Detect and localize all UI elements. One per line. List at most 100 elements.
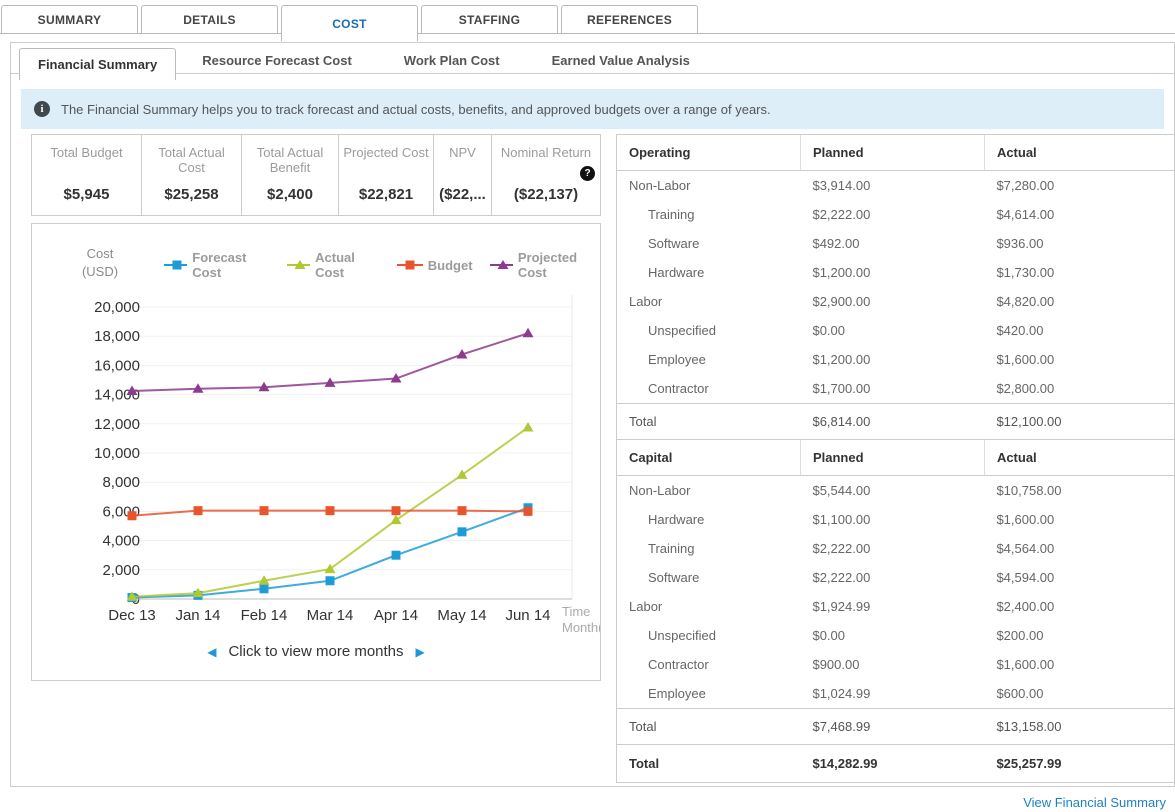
subtab-resource-forecast-cost[interactable]: Resource Forecast Cost — [176, 48, 378, 73]
row-label: Software — [648, 236, 700, 251]
table-row: Unspecified $0.00 $200.00 — [617, 621, 1175, 650]
svg-text:Jan 14: Jan 14 — [175, 607, 220, 624]
table-row: Hardware $1,200.00 $1,730.00 — [617, 258, 1175, 287]
table-row: Labor $1,924.99 $2,400.00 — [617, 592, 1175, 621]
section-total-operating: Total $6,814.00 $12,100.00 — [616, 403, 1174, 440]
table-row: Labor $2,900.00 $4,820.00 — [617, 287, 1175, 316]
row-planned: $0.00 — [812, 323, 846, 338]
stat-value: $5,945 — [63, 186, 110, 203]
stat-projected-cost: Projected Cost $22,821 — [338, 135, 433, 215]
svg-text:12,000: 12,000 — [94, 416, 140, 433]
row-planned: $2,900.00 — [812, 294, 871, 309]
tab-details[interactable]: DETAILS — [141, 5, 278, 34]
section-header-capital: Capital Planned Actual — [616, 439, 1174, 476]
section-total-capital: Total $7,468.99 $13,158.00 — [616, 708, 1174, 745]
column-header-planned: Planned — [799, 439, 985, 476]
total-planned: $6,814.00 — [800, 403, 985, 440]
table-row: Non-Labor $5,544.00 $10,758.00 — [617, 476, 1175, 506]
table-row: Non-Labor $3,914.00 $7,280.00 — [617, 171, 1175, 201]
stat-total-budget: Total Budget $5,945 — [32, 135, 141, 215]
row-actual: $1,600.00 — [996, 657, 1055, 672]
stat-value: $22,821 — [358, 186, 414, 203]
grand-total-actual: $25,257.99 — [984, 744, 1174, 783]
total-label: Total — [616, 708, 801, 745]
row-actual: $4,564.00 — [996, 541, 1055, 556]
row-label: Software — [648, 570, 700, 585]
financial-table-body: Operating Planned Actual Non-Labor $3,914.00… — [616, 134, 1175, 783]
prev-months-button[interactable]: ◀ — [207, 645, 216, 659]
table-row: Employee $1,024.99 $600.00 — [617, 679, 1175, 709]
row-label: Unspecified — [648, 323, 716, 338]
row-label: Hardware — [648, 265, 705, 280]
svg-text:2,000: 2,000 — [102, 562, 140, 579]
subtab-earned-value-analysis[interactable]: Earned Value Analysis — [526, 48, 716, 73]
tab-staffing[interactable]: STAFFING — [421, 5, 558, 34]
stat-label: NPV — [449, 145, 476, 160]
row-label: Contractor — [648, 381, 709, 396]
column-header-planned: Planned — [799, 134, 985, 171]
svg-text:Month(s): Month(s) — [562, 620, 600, 635]
stat-total-actual-cost: Total Actual Cost $25,258 — [141, 135, 241, 215]
help-icon[interactable]: ? — [580, 166, 595, 181]
table-row: Contractor $900.00 $1,600.00 — [617, 650, 1175, 679]
tab-references[interactable]: REFERENCES — [561, 5, 698, 34]
row-actual: $1,730.00 — [996, 265, 1055, 280]
grand-total-label: Total — [616, 744, 801, 783]
sub-tab-strip: Financial Summary Resource Forecast Cost W… — [11, 43, 1174, 80]
svg-text:Feb 14: Feb 14 — [241, 607, 288, 624]
stat-npv: NPV ($22,... — [433, 135, 491, 215]
row-planned: $492.00 — [812, 236, 860, 251]
stat-value: ($22,... — [439, 186, 486, 203]
row-label: Contractor — [648, 657, 709, 672]
tab-cost[interactable]: COST — [281, 5, 418, 41]
row-actual: $4,594.00 — [996, 570, 1055, 585]
summary-stats: Total Budget $5,945 Total Actual Cost $25,2… — [31, 134, 601, 216]
subtab-financial-summary[interactable]: Financial Summary — [19, 48, 177, 80]
row-label: Hardware — [648, 512, 705, 527]
svg-text:18,000: 18,000 — [94, 328, 140, 345]
row-planned: $1,100.00 — [812, 512, 871, 527]
total-actual: $12,100.00 — [984, 403, 1174, 440]
stat-total-actual-benefit: Total Actual Benefit $2,400 — [241, 135, 338, 215]
table-row: Hardware $1,100.00 $1,600.00 — [617, 505, 1175, 534]
table-row: Software $492.00 $936.00 — [617, 229, 1175, 258]
row-planned: $5,544.00 — [812, 483, 871, 498]
stat-label: Projected Cost — [343, 145, 429, 160]
months-pager: ◀ Click to view more months ▶ — [32, 643, 600, 660]
table-row: Contractor $1,700.00 $2,800.00 — [617, 374, 1175, 404]
svg-text:May 14: May 14 — [437, 607, 486, 624]
view-financial-summary-link[interactable]: View Financial Summary — [1023, 795, 1166, 810]
column-header-actual: Actual — [983, 439, 1174, 476]
tab-summary[interactable]: SUMMARY — [1, 5, 138, 34]
row-label: Labor — [629, 599, 663, 614]
table-row: Employee $1,200.00 $1,600.00 — [617, 345, 1175, 374]
row-actual: $7,280.00 — [996, 178, 1055, 193]
total-label: Total — [616, 403, 801, 440]
financial-table: Operating Planned Actual Non-Labor $3,914.00… — [616, 134, 1174, 783]
row-planned: $1,700.00 — [812, 381, 871, 396]
svg-text:20,000: 20,000 — [94, 299, 140, 316]
cost-chart: 02,0004,0006,0008,00010,00012,00014,0001… — [94, 295, 600, 635]
chart-panel: Cost (USD) Forecast Cost Actual Cost Bud… — [31, 223, 601, 681]
row-planned: $3,914.00 — [812, 178, 871, 193]
svg-text:4,000: 4,000 — [102, 533, 140, 550]
svg-text:16,000: 16,000 — [94, 357, 140, 374]
subtab-work-plan-cost[interactable]: Work Plan Cost — [378, 48, 526, 73]
row-label: Employee — [648, 686, 706, 701]
table-row: Training $2,222.00 $4,564.00 — [617, 534, 1175, 563]
row-label: Training — [648, 207, 695, 222]
grand-total-planned: $14,282.99 — [800, 744, 985, 783]
row-planned: $0.00 — [812, 628, 846, 643]
pager-label: Click to view more months — [228, 643, 404, 660]
info-banner-text: The Financial Summary helps you to track… — [61, 101, 771, 117]
table-row: Training $2,222.00 $4,614.00 — [617, 200, 1175, 229]
svg-text:Jun 14: Jun 14 — [505, 607, 550, 624]
row-actual: $4,614.00 — [996, 207, 1055, 222]
row-label: Non-Labor — [629, 483, 691, 498]
row-actual: $420.00 — [996, 323, 1044, 338]
next-months-button[interactable]: ▶ — [416, 645, 425, 659]
row-actual: $2,400.00 — [996, 599, 1055, 614]
row-actual: $10,758.00 — [996, 483, 1062, 498]
stat-label: Total Actual Cost — [158, 145, 225, 175]
row-planned: $1,024.99 — [812, 686, 871, 701]
